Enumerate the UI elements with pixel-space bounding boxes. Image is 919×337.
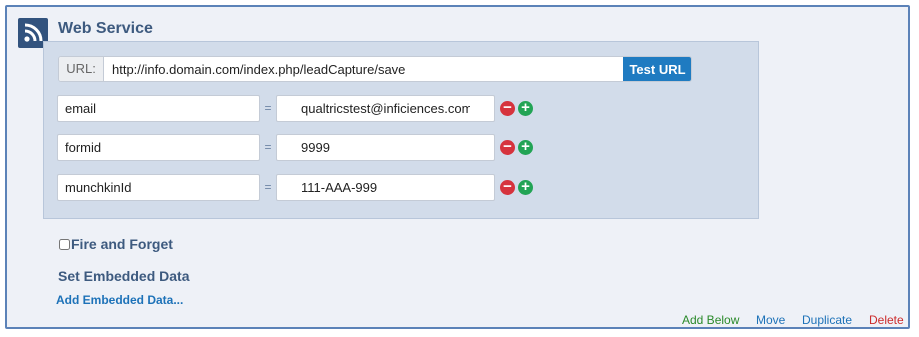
plus-circle-icon[interactable]: + bbox=[518, 139, 533, 155]
test-url-button[interactable]: Test URL bbox=[623, 57, 691, 81]
equals-sign: = bbox=[264, 180, 272, 194]
minus-circle-icon[interactable]: − bbox=[500, 179, 515, 195]
fire-and-forget-label: Fire and Forget bbox=[71, 236, 173, 252]
add-embedded-data-link[interactable]: Add Embedded Data... bbox=[56, 293, 183, 307]
section-title: Web Service bbox=[58, 20, 153, 37]
param-value-input[interactable] bbox=[276, 95, 495, 122]
param-value-input[interactable] bbox=[276, 134, 495, 161]
param-row-munchkinid: = − + bbox=[57, 174, 537, 201]
request-panel: URL: Test URL = − + = − + = − + bbox=[43, 41, 759, 219]
param-value-input[interactable] bbox=[276, 174, 495, 201]
web-service-card: Web Service URL: Test URL = − + = − + = … bbox=[5, 5, 910, 329]
add-below-link[interactable]: Add Below bbox=[682, 313, 739, 327]
param-key-input[interactable] bbox=[57, 95, 260, 122]
param-row-email: = − + bbox=[57, 95, 537, 122]
duplicate-link[interactable]: Duplicate bbox=[802, 313, 852, 327]
fire-and-forget-checkbox[interactable] bbox=[59, 239, 70, 250]
url-input[interactable] bbox=[104, 57, 624, 81]
param-row-formid: = − + bbox=[57, 134, 537, 161]
url-label: URL: bbox=[59, 57, 104, 81]
param-key-input[interactable] bbox=[57, 134, 260, 161]
minus-circle-icon[interactable]: − bbox=[500, 139, 515, 155]
param-key-input[interactable] bbox=[57, 174, 260, 201]
plus-circle-icon[interactable]: + bbox=[518, 179, 533, 195]
embedded-data-title: Set Embedded Data bbox=[58, 268, 190, 284]
plus-circle-icon[interactable]: + bbox=[518, 100, 533, 116]
minus-circle-icon[interactable]: − bbox=[500, 100, 515, 116]
equals-sign: = bbox=[264, 101, 272, 115]
url-bar: URL: Test URL bbox=[58, 56, 692, 82]
move-link[interactable]: Move bbox=[756, 313, 785, 327]
delete-link[interactable]: Delete bbox=[869, 313, 904, 327]
equals-sign: = bbox=[264, 140, 272, 154]
